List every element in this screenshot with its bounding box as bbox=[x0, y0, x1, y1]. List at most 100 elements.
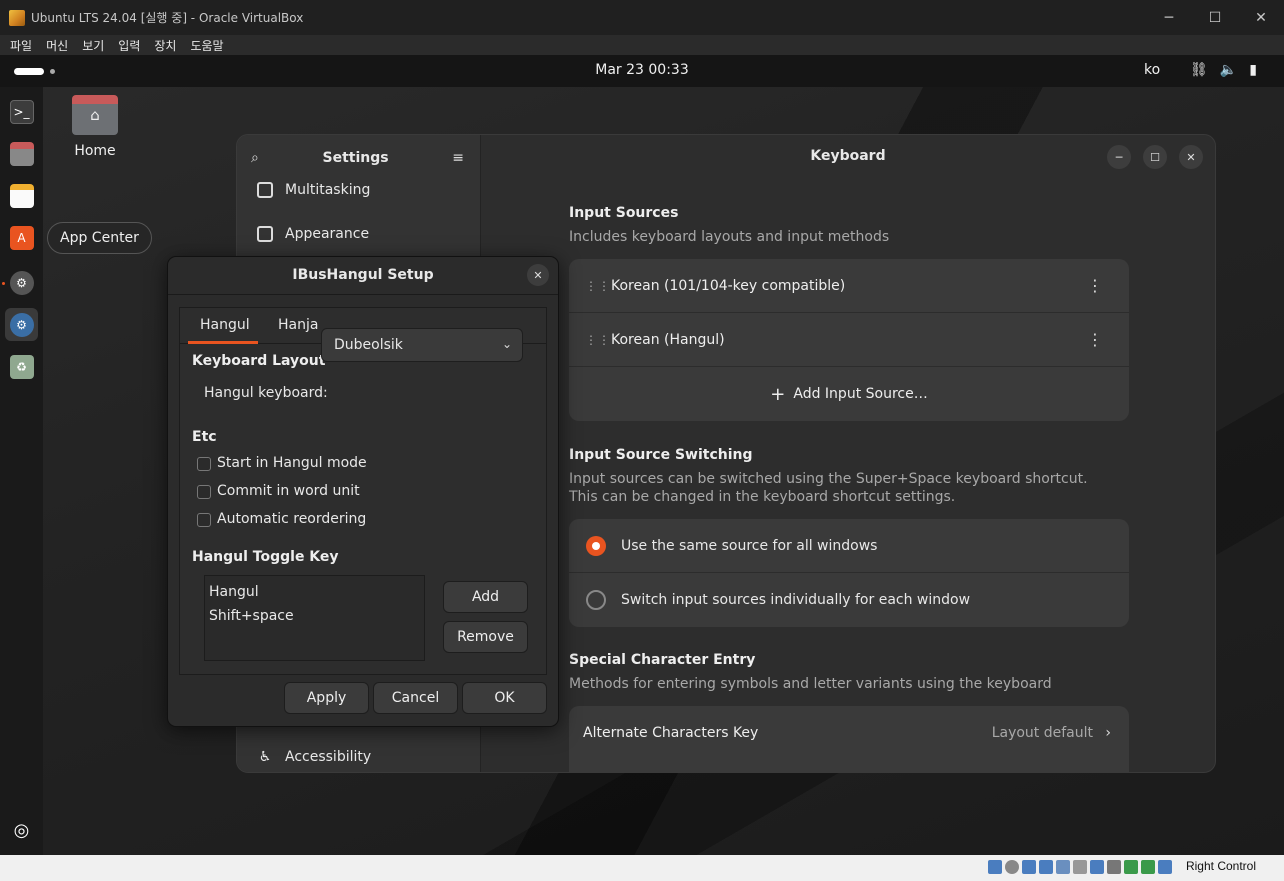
input-source-label: Korean (Hangul) bbox=[611, 331, 725, 348]
drag-handle-icon[interactable]: ⋮⋮ bbox=[585, 280, 610, 292]
shared-folder-icon[interactable] bbox=[1073, 860, 1087, 874]
keyboard-header: Keyboard ─ ☐ ✕ bbox=[481, 135, 1215, 180]
apply-button[interactable]: Apply bbox=[284, 682, 369, 714]
sidebar-item-multitasking[interactable]: Multitasking bbox=[257, 182, 370, 198]
tab-hanja[interactable]: Hanja bbox=[278, 317, 318, 333]
radio-per-window[interactable]: Switch input sources individually for ea… bbox=[569, 573, 1129, 627]
host-titlebar: Ubuntu LTS 24.04 [실행 중] - Oracle Virtual… bbox=[0, 0, 1284, 35]
cancel-button[interactable]: Cancel bbox=[373, 682, 458, 714]
input-sources-card: ⋮⋮ Korean (101/104-key compatible) ⋮ ⋮⋮ … bbox=[569, 259, 1129, 421]
switching-title: Input Source Switching bbox=[569, 447, 753, 463]
files-icon bbox=[9, 141, 34, 166]
alt-key-label: Alternate Characters Key bbox=[583, 725, 759, 741]
dialog-title: IBusHangul Setup bbox=[292, 267, 434, 283]
chevron-down-icon: ⌄ bbox=[501, 337, 512, 351]
ubuntu-logo-icon: ◎ bbox=[13, 820, 30, 841]
switching-desc-line1: Input sources can be switched using the … bbox=[569, 471, 1088, 487]
optical-drive-icon[interactable] bbox=[1005, 860, 1019, 874]
add-input-source-button[interactable]: + Add Input Source… bbox=[569, 367, 1129, 421]
network-adapter-icon[interactable] bbox=[1039, 860, 1053, 874]
appearance-icon bbox=[257, 226, 273, 242]
dock-trash[interactable]: ♻ bbox=[5, 350, 38, 383]
settings-minimize-button[interactable]: ─ bbox=[1107, 145, 1131, 169]
sidebar-item-accessibility[interactable]: ♿ Accessibility bbox=[257, 749, 371, 765]
switching-desc-line2: This can be changed in the keyboard shor… bbox=[569, 489, 956, 505]
trash-icon: ♻ bbox=[9, 354, 34, 379]
switching-card: Use the same source for all windows Swit… bbox=[569, 519, 1129, 627]
display-icon[interactable] bbox=[1090, 860, 1104, 874]
show-apps-button[interactable]: ◎ bbox=[5, 814, 38, 847]
checkbox-auto-reorder[interactable] bbox=[197, 513, 211, 527]
host-menu-input[interactable]: 입력 bbox=[118, 37, 140, 54]
home-folder-icon: ⌂ bbox=[72, 95, 118, 135]
kebab-menu-icon[interactable]: ⋮ bbox=[1087, 276, 1103, 295]
host-menu-machine[interactable]: 머신 bbox=[46, 37, 68, 54]
dock: >_ A ⚙ ⚙ ♻ ◎ bbox=[0, 87, 43, 855]
desktop-home-folder[interactable]: ⌂ Home bbox=[66, 95, 124, 159]
dock-terminal[interactable]: >_ bbox=[5, 95, 38, 128]
terminal-icon: >_ bbox=[9, 99, 34, 124]
system-tray[interactable]: ⛓ 🔈 ▮ bbox=[1190, 62, 1257, 78]
radio-same-source[interactable]: Use the same source for all windows bbox=[569, 519, 1129, 573]
checkbox-label: Automatic reordering bbox=[217, 511, 367, 527]
input-source-label: Korean (101/104-key compatible) bbox=[611, 277, 846, 294]
host-menu-help[interactable]: 도움말 bbox=[190, 37, 223, 54]
special-char-title: Special Character Entry bbox=[569, 652, 756, 668]
kebab-menu-icon[interactable]: ⋮ bbox=[1087, 330, 1103, 349]
host-minimize-button[interactable]: ─ bbox=[1146, 0, 1192, 35]
settings-close-button[interactable]: ✕ bbox=[1179, 145, 1203, 169]
recording-icon[interactable] bbox=[1107, 860, 1121, 874]
settings-maximize-button[interactable]: ☐ bbox=[1143, 145, 1167, 169]
alternate-characters-row[interactable]: Alternate Characters Key Layout default … bbox=[569, 706, 1129, 760]
keyboard-capture-icon[interactable] bbox=[1158, 860, 1172, 874]
ibus-hangul-dialog: IBusHangul Setup ✕ Hangul Hanja Keyboard… bbox=[167, 256, 559, 727]
virtualization-icon[interactable] bbox=[1124, 860, 1138, 874]
remove-toggle-key-button[interactable]: Remove bbox=[443, 621, 528, 653]
dock-ibus-setup[interactable]: ⚙ bbox=[5, 308, 38, 341]
list-item[interactable]: Hangul bbox=[209, 580, 420, 604]
checkbox-commit-word[interactable] bbox=[197, 485, 211, 499]
list-item[interactable]: Shift+space bbox=[209, 604, 420, 628]
gear-icon: ⚙ bbox=[9, 270, 34, 295]
hamburger-menu-icon[interactable]: ≡ bbox=[452, 150, 464, 166]
input-language-indicator[interactable]: ko bbox=[1144, 62, 1160, 78]
input-source-row[interactable]: ⋮⋮ Korean (101/104-key compatible) ⋮ bbox=[569, 259, 1129, 313]
host-close-button[interactable]: ✕ bbox=[1238, 0, 1284, 35]
multitasking-icon bbox=[257, 182, 273, 198]
radio-unselected-icon[interactable] bbox=[586, 590, 606, 610]
virtualbox-logo-icon bbox=[9, 9, 25, 26]
audio-icon[interactable] bbox=[1022, 860, 1036, 874]
battery-icon: ▮ bbox=[1249, 62, 1257, 78]
dock-app-center[interactable]: A bbox=[5, 221, 38, 254]
search-icon[interactable]: ⌕ bbox=[251, 150, 259, 166]
gnome-topbar: Mar 23 00:33 ko ⛓ 🔈 ▮ bbox=[0, 55, 1284, 87]
toggle-key-heading: Hangul Toggle Key bbox=[192, 549, 339, 565]
drag-handle-icon[interactable]: ⋮⋮ bbox=[585, 334, 610, 346]
checkbox-start-hangul[interactable] bbox=[197, 457, 211, 471]
host-maximize-button[interactable]: ☐ bbox=[1192, 0, 1238, 35]
radio-selected-icon[interactable] bbox=[586, 535, 606, 556]
status-icons bbox=[988, 860, 1172, 874]
checkbox-label: Commit in word unit bbox=[217, 483, 360, 499]
host-menu-devices[interactable]: 장치 bbox=[154, 37, 176, 54]
host-menu-file[interactable]: 파일 bbox=[10, 37, 32, 54]
dock-text-editor[interactable] bbox=[5, 179, 38, 212]
dock-files[interactable] bbox=[5, 137, 38, 170]
hangul-keyboard-label: Hangul keyboard: bbox=[204, 385, 328, 401]
storage-icon[interactable] bbox=[988, 860, 1002, 874]
input-source-row[interactable]: ⋮⋮ Korean (Hangul) ⋮ bbox=[569, 313, 1129, 367]
sidebar-item-appearance[interactable]: Appearance bbox=[257, 226, 369, 242]
text-editor-icon bbox=[9, 183, 34, 208]
usb-icon[interactable] bbox=[1056, 860, 1070, 874]
add-toggle-key-button[interactable]: Add bbox=[443, 581, 528, 613]
tab-hangul[interactable]: Hangul bbox=[200, 317, 250, 333]
clock[interactable]: Mar 23 00:33 bbox=[0, 62, 1284, 78]
hangul-keyboard-dropdown[interactable]: Dubeolsik ⌄ bbox=[321, 328, 523, 362]
ibus-gear-icon: ⚙ bbox=[9, 312, 34, 337]
ok-button[interactable]: OK bbox=[462, 682, 547, 714]
toggle-key-list[interactable]: Hangul Shift+space bbox=[204, 575, 425, 661]
host-menu-view[interactable]: 보기 bbox=[82, 37, 104, 54]
guest-additions-icon[interactable] bbox=[1141, 860, 1155, 874]
dock-settings[interactable]: ⚙ bbox=[5, 266, 38, 299]
dialog-close-button[interactable]: ✕ bbox=[527, 264, 549, 286]
